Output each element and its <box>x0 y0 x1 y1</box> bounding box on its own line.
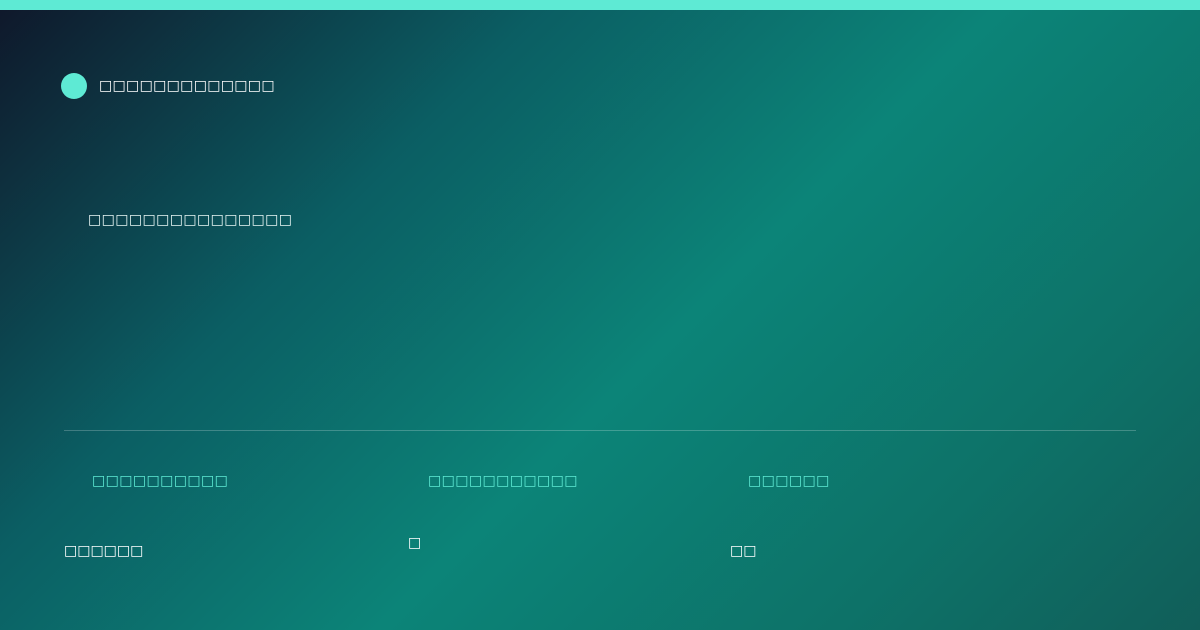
brand-name: □□□□□□□□□□□□□ <box>99 78 275 94</box>
divider <box>64 430 1136 431</box>
logo-dot-icon <box>61 73 87 99</box>
stat-value: □□ <box>730 543 757 559</box>
headline: □□□□□□□□□□□□□□□ <box>88 212 293 228</box>
stat-label: □□□□□□□□□□□ <box>428 473 578 489</box>
stat-value: □ <box>408 535 422 551</box>
stat-value: □□□□□□ <box>64 543 144 559</box>
top-accent-bar <box>0 0 1200 10</box>
stat-label: □□□□□□□□□□ <box>92 473 229 489</box>
brand: □□□□□□□□□□□□□ <box>61 73 275 99</box>
stat-label: □□□□□□ <box>748 473 830 489</box>
